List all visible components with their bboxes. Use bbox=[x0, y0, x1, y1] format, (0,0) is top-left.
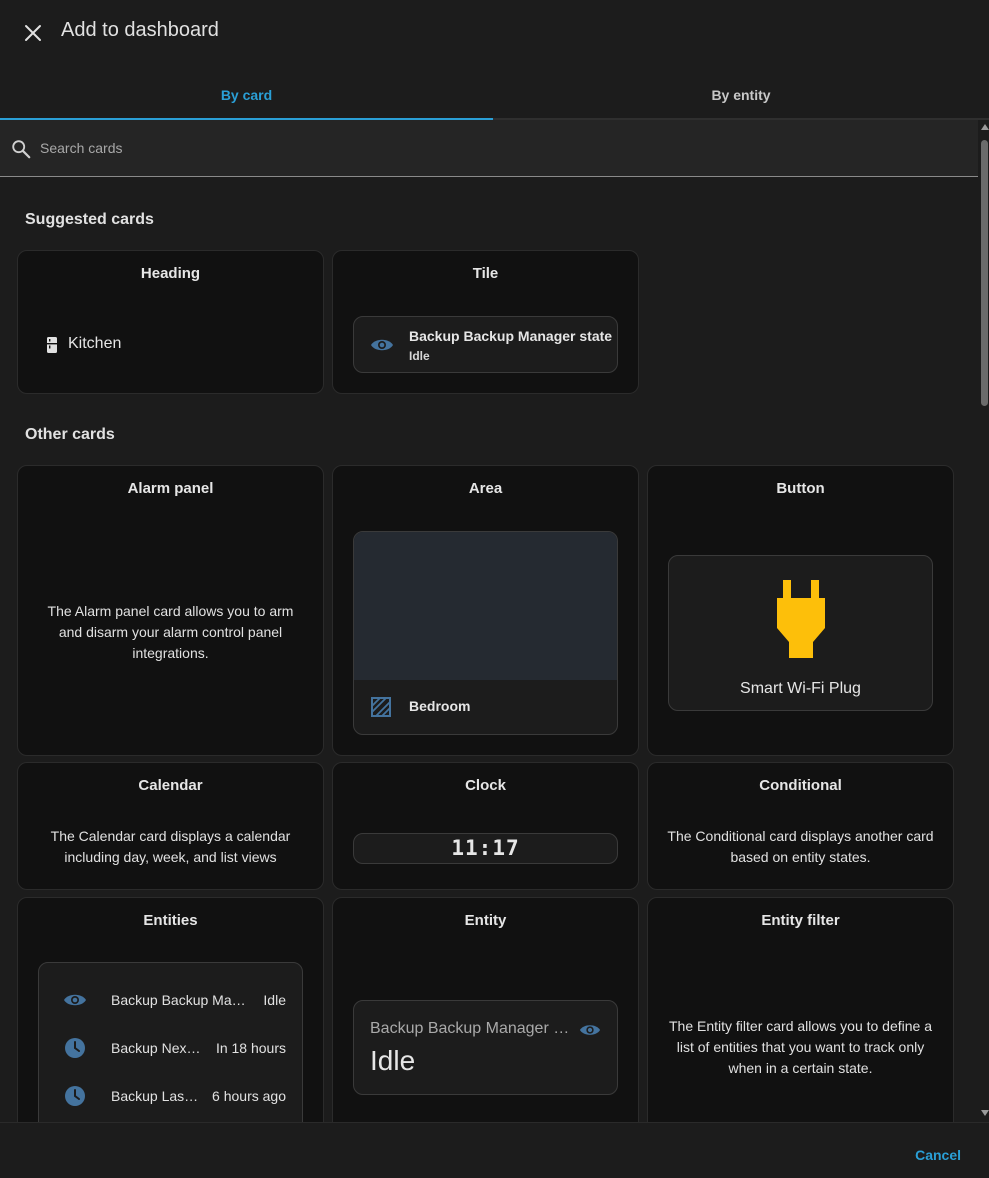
card-entity-filter[interactable]: Entity filter The Entity filter card all… bbox=[647, 897, 954, 1157]
dialog-title: Add to dashboard bbox=[61, 19, 219, 41]
card-clock[interactable]: Clock 11:17 bbox=[332, 762, 639, 890]
tile-entity-name: Backup Backup Manager state bbox=[409, 328, 613, 344]
tab-by-entity[interactable]: By entity bbox=[493, 72, 989, 118]
eye-icon bbox=[64, 994, 86, 1006]
scroll-down-arrow-icon[interactable] bbox=[981, 1110, 989, 1116]
card-title: Conditional bbox=[759, 777, 842, 794]
card-calendar[interactable]: Calendar The Calendar card displays a ca… bbox=[17, 762, 324, 890]
clock-icon bbox=[65, 1038, 85, 1058]
clock-icon bbox=[65, 1086, 85, 1106]
tile-preview: Backup Backup Manager state Idle bbox=[353, 316, 618, 373]
card-title: Entity filter bbox=[761, 912, 840, 929]
card-title: Calendar bbox=[138, 777, 203, 794]
card-title: Entities bbox=[143, 912, 198, 929]
card-alarm-panel[interactable]: Alarm panel The Alarm panel card allows … bbox=[17, 465, 324, 756]
entity-preview: Backup Backup Manager state Idle bbox=[353, 1000, 618, 1095]
section-title-suggested: Suggested cards bbox=[25, 211, 154, 228]
area-image-placeholder bbox=[354, 532, 617, 680]
area-icon bbox=[371, 697, 391, 717]
card-description: The Calendar card displays a calendar in… bbox=[50, 828, 291, 865]
entity-name: Backup Backup Manager state bbox=[370, 1020, 575, 1037]
clock-preview: 11:17 bbox=[353, 833, 618, 864]
close-button[interactable] bbox=[18, 18, 48, 48]
entity-row-state: 6 hours ago bbox=[212, 1088, 286, 1104]
eye-icon bbox=[579, 1025, 601, 1035]
tab-by-card[interactable]: By card bbox=[0, 72, 493, 120]
section-title-other: Other cards bbox=[25, 426, 115, 443]
card-description: The Alarm panel card allows you to arm a… bbox=[47, 603, 294, 661]
card-title: Clock bbox=[465, 777, 506, 794]
card-title: Alarm panel bbox=[127, 480, 214, 497]
entity-row-state: Idle bbox=[263, 992, 286, 1008]
card-entities[interactable]: Entities Backup Backup Manager state Idl… bbox=[17, 897, 324, 1178]
power-plug-icon bbox=[777, 580, 825, 658]
card-tile[interactable]: Tile Backup Backup Manager state Idle bbox=[332, 250, 639, 394]
area-name: Bedroom bbox=[409, 698, 471, 714]
card-description: The Entity filter card allows you to def… bbox=[668, 1018, 933, 1076]
entity-state: Idle bbox=[370, 1045, 416, 1076]
heading-area-name: Kitchen bbox=[68, 335, 122, 352]
card-description: The Conditional card displays another ca… bbox=[667, 828, 934, 865]
dialog-header: Add to dashboard bbox=[0, 0, 989, 64]
card-button[interactable]: Button Smart Wi-Fi Plug bbox=[647, 465, 954, 756]
tile-state: Idle bbox=[409, 349, 430, 363]
search-bar bbox=[0, 120, 978, 177]
card-title: Entity bbox=[464, 912, 507, 929]
search-input[interactable] bbox=[40, 132, 940, 164]
scrollbar-thumb[interactable] bbox=[981, 140, 988, 406]
area-preview: Bedroom bbox=[353, 531, 618, 735]
card-title: Heading bbox=[140, 265, 201, 282]
card-conditional[interactable]: Conditional The Conditional card display… bbox=[647, 762, 954, 890]
entity-row-name: Backup Backup Manager state bbox=[111, 992, 249, 1008]
search-icon bbox=[12, 140, 31, 159]
card-area[interactable]: Area Bedroom bbox=[332, 465, 639, 756]
close-icon bbox=[25, 25, 41, 41]
card-entity[interactable]: Entity Backup Backup Manager state Idle bbox=[332, 897, 639, 1157]
list-item: Backup Last successful automatic backup … bbox=[39, 1084, 302, 1108]
card-title: Tile bbox=[472, 265, 499, 282]
entity-row-state: In 18 hours bbox=[215, 1040, 286, 1056]
button-preview: Smart Wi-Fi Plug bbox=[668, 555, 933, 711]
eye-icon bbox=[371, 339, 393, 351]
tab-bar: By card By entity bbox=[0, 72, 989, 120]
clock-time: 11:17 bbox=[451, 836, 520, 860]
card-title: Button bbox=[776, 480, 825, 497]
card-heading[interactable]: Heading Kitchen bbox=[17, 250, 324, 394]
card-title: Area bbox=[468, 480, 503, 497]
fridge-icon bbox=[47, 337, 57, 353]
list-item: Backup Backup Manager state Idle bbox=[39, 988, 302, 1012]
list-item: Backup Next scheduled automatic backup I… bbox=[39, 1036, 302, 1060]
entity-row-name: Backup Last successful automatic backup bbox=[111, 1088, 199, 1104]
button-entity-name: Smart Wi-Fi Plug bbox=[740, 680, 861, 697]
scroll-up-arrow-icon[interactable] bbox=[981, 124, 989, 130]
cancel-button[interactable]: Cancel bbox=[915, 1147, 961, 1163]
dialog-footer: Cancel bbox=[0, 1122, 989, 1178]
entity-row-name: Backup Next scheduled automatic backup bbox=[111, 1040, 203, 1056]
